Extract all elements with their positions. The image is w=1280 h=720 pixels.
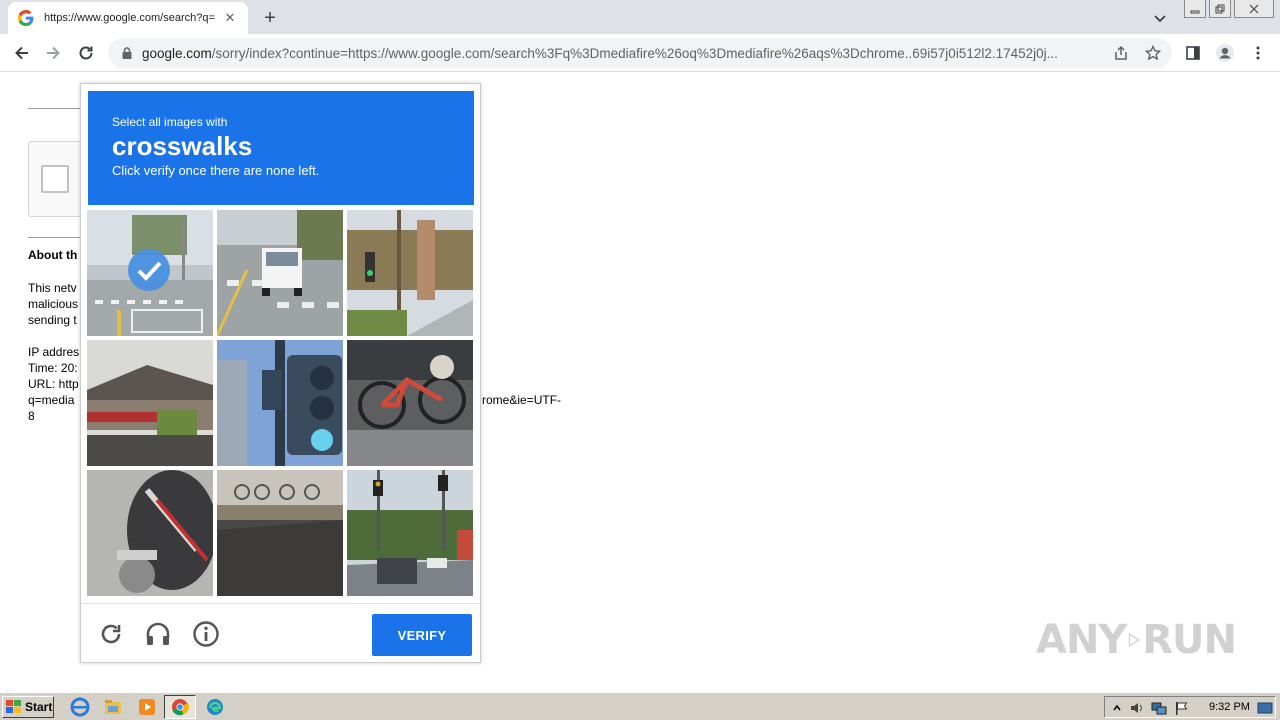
side-panel-button[interactable] xyxy=(1180,40,1206,66)
chrome-menu-button[interactable] xyxy=(1245,40,1271,66)
info-icon xyxy=(193,621,219,647)
show-desktop-icon[interactable] xyxy=(1257,700,1273,716)
chrome-icon xyxy=(172,699,189,716)
watermark-right: RUN xyxy=(1142,617,1237,663)
tile-motorcycle[interactable] xyxy=(87,470,213,596)
start-label: Start xyxy=(25,700,53,714)
challenge-intro: Select all images with xyxy=(112,115,228,129)
explanation-line-2: malicious xyxy=(28,297,79,311)
close-window-button[interactable] xyxy=(1234,0,1274,18)
browser-toolbar: google.com/sorry/index?continue=https://… xyxy=(0,34,1280,72)
system-tray: 9:32 PM xyxy=(1104,696,1276,718)
media-player-icon[interactable] xyxy=(137,697,157,717)
url-path: /sorry/index?continue=https://www.google… xyxy=(211,45,1058,61)
tile-street-crosswalk-1[interactable] xyxy=(87,210,213,336)
start-button[interactable]: Start xyxy=(2,696,54,718)
back-button[interactable] xyxy=(9,40,35,66)
url-text[interactable]: google.com/sorry/index?continue=https://… xyxy=(142,46,1107,61)
kebab-menu-icon xyxy=(1256,46,1260,60)
query-line-end: 8 xyxy=(28,409,35,423)
tab-search-chevron-icon[interactable] xyxy=(1150,8,1170,28)
new-tab-button[interactable]: + xyxy=(258,6,282,30)
help-button[interactable] xyxy=(190,618,222,650)
reload-challenge-button[interactable] xyxy=(95,618,127,650)
bookmark-star-icon[interactable] xyxy=(1145,45,1161,61)
back-arrow-icon xyxy=(15,46,28,60)
not-a-robot-checkbox[interactable] xyxy=(41,165,69,193)
chrome-taskbar-button[interactable] xyxy=(164,695,196,719)
selected-check-icon xyxy=(128,249,170,291)
tile-bicycle[interactable] xyxy=(347,340,473,466)
ip-address-line: IP addres xyxy=(28,345,80,359)
reload-icon xyxy=(79,46,93,60)
action-center-flag-icon[interactable] xyxy=(1173,700,1189,716)
volume-icon[interactable] xyxy=(1129,700,1145,716)
show-hidden-icons-icon[interactable] xyxy=(1109,700,1125,716)
network-icon[interactable] xyxy=(1151,700,1167,716)
challenge-header: Select all images with crosswalks Click … xyxy=(88,91,474,205)
windows-logo-icon xyxy=(6,700,21,713)
taskbar-clock[interactable]: 9:32 PM xyxy=(1209,701,1250,713)
internet-explorer-icon[interactable] xyxy=(70,697,90,717)
windows-taskbar: Start 9:32 PM xyxy=(0,692,1280,720)
play-logo-icon xyxy=(1129,632,1141,648)
top-divider xyxy=(28,108,88,109)
share-icon[interactable] xyxy=(1113,45,1129,61)
tile-road-cars[interactable] xyxy=(347,470,473,596)
reload-button[interactable] xyxy=(73,40,99,66)
challenge-keyword: crosswalks xyxy=(112,131,253,161)
challenge-instruction: Click verify once there are none left. xyxy=(112,163,320,178)
headphones-icon xyxy=(146,622,170,645)
recaptcha-challenge-dialog: Select all images with crosswalks Click … xyxy=(80,83,481,663)
audio-challenge-button[interactable] xyxy=(142,618,174,650)
explanation-line-1: This netv xyxy=(28,281,77,295)
restore-window-button[interactable] xyxy=(1209,0,1231,18)
browser-tab[interactable]: https://www.google.com/search?q= ✕ xyxy=(8,2,248,34)
recaptcha-anchor-widget xyxy=(28,141,88,217)
profile-avatar-icon xyxy=(1216,44,1234,62)
forward-arrow-icon xyxy=(47,46,60,60)
anyrun-watermark: ANY RUN xyxy=(1036,610,1237,670)
verify-button[interactable]: VERIFY xyxy=(372,614,472,656)
tab-title: https://www.google.com/search?q= xyxy=(44,12,215,24)
tab-strip: https://www.google.com/search?q= ✕ + xyxy=(0,0,1280,34)
url-host: google.com xyxy=(142,45,212,61)
tab-close-icon[interactable]: ✕ xyxy=(222,10,238,26)
challenge-footer: VERIFY xyxy=(81,603,480,663)
profile-button[interactable] xyxy=(1212,40,1238,66)
tile-bikes-wall[interactable] xyxy=(217,470,343,596)
google-favicon-icon xyxy=(18,10,34,26)
file-explorer-icon[interactable] xyxy=(103,697,123,717)
refresh-icon xyxy=(101,624,121,644)
tile-street-crosswalk-truck[interactable] xyxy=(217,210,343,336)
tile-house-roof[interactable] xyxy=(87,340,213,466)
edge-icon[interactable] xyxy=(205,697,225,717)
query-line-tail: rome&ie=UTF- xyxy=(482,393,562,407)
explanation-line-3: sending t xyxy=(28,313,77,327)
address-bar[interactable]: google.com/sorry/index?continue=https://… xyxy=(108,38,1172,68)
mid-divider xyxy=(28,237,88,238)
about-heading: About th xyxy=(28,248,78,262)
lock-icon[interactable] xyxy=(120,46,134,60)
tile-traffic-light-closeup[interactable] xyxy=(217,340,343,466)
forward-button[interactable] xyxy=(40,40,66,66)
url-line: URL: http xyxy=(28,377,79,391)
side-panel-icon xyxy=(1186,46,1200,60)
query-line: q=media xyxy=(28,393,75,407)
time-line: Time: 20: xyxy=(28,361,78,375)
tile-traffic-light-palms[interactable] xyxy=(347,210,473,336)
watermark-left: ANY xyxy=(1036,617,1127,663)
minimize-window-button[interactable] xyxy=(1184,0,1206,18)
